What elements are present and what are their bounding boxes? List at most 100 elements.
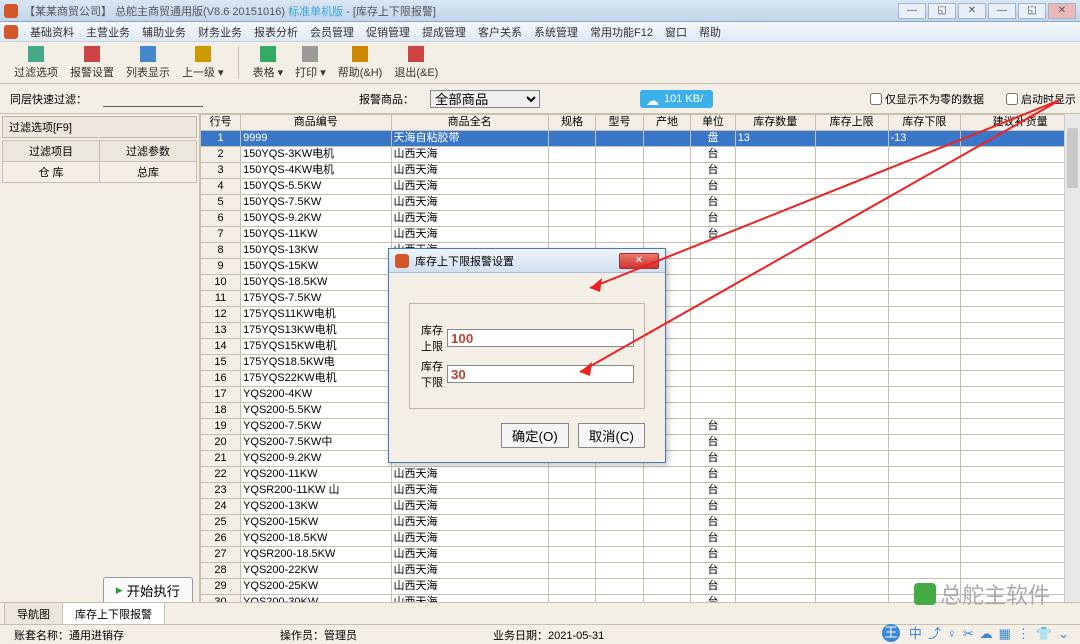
column-header[interactable]: 规格 xyxy=(548,115,595,131)
upper-limit-input[interactable] xyxy=(447,329,634,347)
menu-item[interactable]: 会员管理 xyxy=(304,25,360,41)
menubar: 基础资料主营业务辅助业务财务业务报表分析会员管理促销管理提成管理客户关系系统管理… xyxy=(0,22,1080,42)
table-row[interactable]: 23YQSR200-11KW 山山西天海台 xyxy=(201,483,1080,499)
operator: 操作员：管理员 xyxy=(272,627,365,643)
autostart-checkbox[interactable]: 启动时显示 xyxy=(1006,91,1076,107)
menu-item[interactable]: 促销管理 xyxy=(360,25,416,41)
menu-item[interactable]: 主营业务 xyxy=(80,25,136,41)
toolbar-button[interactable]: 退出(&E) xyxy=(388,44,444,82)
cancel-button[interactable]: 取消(C) xyxy=(578,423,645,448)
toolbar-button[interactable]: 上一级 ▾ xyxy=(176,44,230,82)
table-row[interactable]: 4150YQS-5.5KW山西天海台 xyxy=(201,179,1080,195)
tray-icon[interactable]: 中 xyxy=(909,626,922,641)
minimize-button[interactable]: — xyxy=(898,3,926,19)
dialog-title-text: 库存上下限报警设置 xyxy=(415,253,514,269)
speed-badge: 101 KB/ xyxy=(640,90,713,108)
nonzero-checkbox[interactable]: 仅显示不为零的数据 xyxy=(870,91,984,107)
ime-tray: 王 中 ⤴ ♀ ✂ ☁ ▦ ⋮ 👕 ⌄ xyxy=(882,623,1072,642)
column-header[interactable]: 库存数量 xyxy=(735,115,815,131)
table-row[interactable]: 5150YQS-7.5KW山西天海台 xyxy=(201,195,1080,211)
lower-limit-input[interactable] xyxy=(447,365,634,383)
account-name: 账套名称：通用进销存 xyxy=(6,627,132,643)
column-header[interactable]: 型号 xyxy=(596,115,643,131)
column-header[interactable]: 产地 xyxy=(643,115,690,131)
tray-icon[interactable]: ⌄ xyxy=(1058,626,1069,641)
toolbar-button[interactable]: 报警设置 xyxy=(64,44,120,82)
column-header[interactable]: 库存上限 xyxy=(815,115,888,131)
vertical-scrollbar[interactable] xyxy=(1064,114,1080,610)
menu-item[interactable]: 财务业务 xyxy=(192,25,248,41)
table-row[interactable]: 28YQS200-22KW山西天海台 xyxy=(201,563,1080,579)
menu-item[interactable]: 常用功能F12 xyxy=(584,25,659,41)
tray-icon[interactable]: ☁ xyxy=(980,626,993,641)
filter-item-warehouse[interactable]: 仓 库 xyxy=(3,162,100,183)
alarm-product-select[interactable]: 全部商品 xyxy=(430,90,540,108)
menu-item[interactable]: 窗口 xyxy=(659,25,693,41)
toolbar-button[interactable]: 帮助(&H) xyxy=(332,44,389,82)
alarm-product-label: 报警商品： xyxy=(359,91,414,107)
window-controls: — ◱ ✕ — ◱ ✕ xyxy=(898,3,1076,19)
table-row[interactable]: 6150YQS-9.2KW山西天海台 xyxy=(201,211,1080,227)
title-text: 【某某商贸公司】 总舵主商贸通用版(V8.6 20151016) 标准单机版 -… xyxy=(24,3,898,19)
maximize-button[interactable]: ◱ xyxy=(928,3,956,19)
tray-icon[interactable]: 👕 xyxy=(1036,626,1052,641)
scroll-thumb[interactable] xyxy=(1067,128,1078,188)
table-row[interactable]: 27YQSR200-18.5KW山西天海台 xyxy=(201,547,1080,563)
column-header[interactable]: 单位 xyxy=(691,115,736,131)
table-row[interactable]: 22YQS200-11KW山西天海台 xyxy=(201,467,1080,483)
column-header[interactable]: 商品编号 xyxy=(241,115,391,131)
tab-nav[interactable]: 导航图 xyxy=(4,602,63,625)
menu-item[interactable]: 辅助业务 xyxy=(136,25,192,41)
minimize-inner-button[interactable]: — xyxy=(988,3,1016,19)
dialog-titlebar[interactable]: 库存上下限报警设置 ✕ xyxy=(389,249,665,273)
table-row[interactable]: 25YQS200-15KW山西天海台 xyxy=(201,515,1080,531)
toolbar-button[interactable]: 打印 ▾ xyxy=(289,44,332,82)
column-header[interactable]: 商品全名 xyxy=(391,115,548,131)
menu-item[interactable]: 基础资料 xyxy=(24,25,80,41)
filter-options-header: 过滤选项[F9] xyxy=(2,116,197,138)
tray-icon[interactable]: ♀ xyxy=(947,626,957,641)
filter-value-warehouse[interactable]: 总库 xyxy=(100,162,197,183)
column-header[interactable]: 行号 xyxy=(201,115,241,131)
table-row[interactable]: 26YQS200-18.5KW山西天海台 xyxy=(201,531,1080,547)
window-titlebar: 【某某商贸公司】 总舵主商贸通用版(V8.6 20151016) 标准单机版 -… xyxy=(0,0,1080,22)
filter-col-item: 过滤项目 xyxy=(3,141,100,162)
menu-item[interactable]: 客户关系 xyxy=(472,25,528,41)
toolbar-button[interactable]: 列表显示 xyxy=(120,44,176,82)
quick-filter-input[interactable] xyxy=(103,91,203,107)
table-row[interactable]: 2150YQS-3KW电机山西天海台 xyxy=(201,147,1080,163)
column-header[interactable]: 建议补货量 xyxy=(961,115,1080,131)
menu-item[interactable]: 帮助 xyxy=(693,25,727,41)
tray-icon[interactable]: ✂ xyxy=(963,626,974,641)
close-button[interactable]: ✕ xyxy=(958,3,986,19)
watermark: 总舵主软件 xyxy=(914,578,1050,610)
tray-icon[interactable]: ⤴ xyxy=(928,626,941,641)
tray-icon[interactable]: ⋮ xyxy=(1017,626,1030,641)
tray-icon[interactable]: ▦ xyxy=(999,626,1011,641)
toolbar-separator xyxy=(238,47,239,79)
menu-icon xyxy=(4,25,18,39)
ok-button[interactable]: 确定(O) xyxy=(501,423,569,448)
table-row[interactable]: 24YQS200-13KW山西天海台 xyxy=(201,499,1080,515)
menu-item[interactable]: 提成管理 xyxy=(416,25,472,41)
table-row[interactable]: 3150YQS-4KW电机山西天海台 xyxy=(201,163,1080,179)
lower-limit-label: 库存下限 xyxy=(420,358,443,390)
column-header[interactable]: 库存下限 xyxy=(888,115,961,131)
menu-item[interactable]: 报表分析 xyxy=(248,25,304,41)
biz-date: 业务日期：2021-05-31 xyxy=(485,627,612,643)
toolbar-button[interactable]: 表格 ▾ xyxy=(247,44,290,82)
table-row[interactable]: 19999天海自粘胶带盘13-13 xyxy=(201,131,1080,147)
upper-limit-label: 库存上限 xyxy=(420,322,443,354)
toolbar-button[interactable]: 过滤选项 xyxy=(8,44,64,82)
tab-alarm[interactable]: 库存上下限报警 xyxy=(62,602,165,625)
menu-item[interactable]: 系统管理 xyxy=(528,25,584,41)
watermark-icon xyxy=(914,583,936,605)
restore-inner-button[interactable]: ◱ xyxy=(1018,3,1046,19)
start-execute-button[interactable]: 开始执行 xyxy=(103,577,193,604)
ime-round-icon[interactable]: 王 xyxy=(882,624,900,642)
dialog-icon xyxy=(395,254,409,268)
table-row[interactable]: 7150YQS-11KW山西天海台 xyxy=(201,227,1080,243)
close-inner-button[interactable]: ✕ xyxy=(1048,3,1076,19)
toolbar: 过滤选项报警设置列表显示上一级 ▾ 表格 ▾打印 ▾帮助(&H)退出(&E) xyxy=(0,42,1080,84)
dialog-close-button[interactable]: ✕ xyxy=(619,253,659,269)
